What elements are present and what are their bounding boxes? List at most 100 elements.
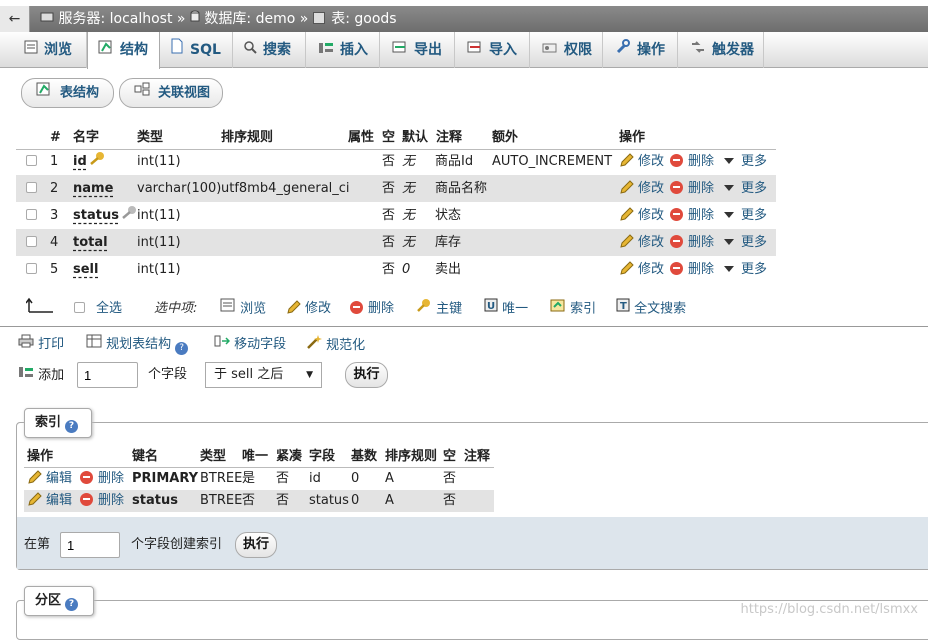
index-drop-action[interactable]: 删除 — [80, 468, 124, 490]
change-action[interactable]: 修改 — [619, 202, 664, 229]
drop-label: 删除 — [688, 262, 715, 277]
more-action[interactable]: 更多 — [724, 175, 767, 202]
help-icon[interactable]: ? — [65, 598, 79, 611]
tab-import[interactable]: 导入 — [455, 32, 530, 68]
field-name[interactable]: id — [73, 154, 87, 169]
bulk-fulltext-button[interactable]: T 全文搜索 — [616, 298, 686, 321]
check-all-checkbox[interactable] — [74, 302, 85, 313]
propose-structure-label: 规划表结构 — [106, 337, 172, 352]
add-column-icon — [18, 365, 34, 386]
bulk-drop-button[interactable]: 删除 — [350, 298, 394, 320]
drop-action[interactable]: 删除 — [670, 229, 714, 256]
field-null: 否 — [382, 154, 396, 169]
breadcrumb-database[interactable]: 数据库: demo — [204, 11, 295, 27]
change-action[interactable]: 修改 — [619, 148, 664, 175]
subtab-table-structure[interactable]: 表结构 — [21, 78, 114, 108]
more-label: 更多 — [741, 181, 768, 196]
drop-action[interactable]: 删除 — [670, 202, 714, 229]
row-checkbox[interactable] — [26, 182, 37, 193]
help-icon[interactable]: ? — [65, 420, 79, 433]
move-columns-link[interactable]: 移动字段 — [214, 334, 286, 354]
index-unique: 否 — [242, 493, 256, 508]
index-edit-action[interactable]: 编辑 — [27, 468, 72, 490]
arrow-up-icon — [25, 296, 56, 324]
create-index-go-button[interactable]: 执行 — [235, 532, 277, 558]
index-collation: A — [385, 471, 394, 486]
bulk-browse-button[interactable]: 浏览 — [220, 298, 266, 321]
position-select-value: 于 sell 之后 — [214, 367, 284, 382]
breadcrumb-table[interactable]: 表: goods — [331, 11, 396, 27]
tab-structure[interactable]: 结构 — [87, 32, 160, 69]
more-action[interactable]: 更多 — [724, 202, 767, 229]
index-drop-action[interactable]: 删除 — [80, 490, 124, 512]
field-name[interactable]: total — [73, 235, 108, 250]
delete-icon — [670, 208, 683, 221]
normalize-link[interactable]: 规范化 — [306, 334, 365, 354]
bulk-index-button[interactable]: 索引 — [550, 298, 596, 321]
drop-action[interactable]: 删除 — [670, 175, 714, 202]
field-null: 否 — [382, 181, 396, 196]
index-edit-label: 编辑 — [46, 493, 73, 508]
delete-icon — [80, 471, 93, 484]
indexes-legend-label: 索引 — [35, 415, 62, 430]
change-action[interactable]: 修改 — [619, 229, 664, 256]
more-label: 更多 — [741, 262, 768, 277]
change-action[interactable]: 修改 — [619, 256, 664, 283]
drop-action[interactable]: 删除 — [670, 256, 714, 283]
pencil-icon — [619, 151, 635, 167]
bulk-index-label: 索引 — [570, 301, 597, 317]
check-all-label[interactable]: 全选 — [96, 298, 122, 320]
more-action[interactable]: 更多 — [724, 256, 767, 283]
more-action[interactable]: 更多 — [724, 148, 767, 175]
field-default: 无 — [402, 181, 416, 196]
col-header-extra: 额外 — [492, 130, 519, 145]
breadcrumb-server[interactable]: 服务器: localhost — [58, 11, 172, 27]
row-checkbox[interactable] — [26, 236, 37, 247]
subtab-relation-view[interactable]: 关联视图 — [119, 78, 223, 108]
chevron-down-icon: ▼ — [306, 370, 313, 380]
tab-label: SQL — [190, 42, 221, 58]
add-column-position-select[interactable]: 于 sell 之后 ▼ — [205, 362, 322, 388]
tab-privileges[interactable]: 权限 — [530, 32, 603, 68]
propose-structure-link[interactable]: 规划表结构? — [86, 334, 189, 355]
col-header-action: 操作 — [619, 130, 646, 145]
row-checkbox[interactable] — [26, 155, 37, 166]
create-index-count-input[interactable] — [60, 532, 120, 558]
bulk-unique-button[interactable]: U 唯一 — [484, 298, 528, 321]
print-link[interactable]: 打印 — [18, 334, 64, 354]
back-arrow-icon[interactable]: ← — [0, 6, 30, 32]
tab-triggers[interactable]: 触发器 — [678, 32, 764, 68]
more-action[interactable]: 更多 — [724, 229, 767, 256]
tab-browse[interactable]: 浏览 — [10, 32, 87, 68]
change-label: 修改 — [638, 181, 665, 196]
index-col-action: 操作 — [27, 449, 54, 464]
pencil-icon — [619, 205, 635, 221]
index-null: 否 — [443, 493, 457, 508]
print-label: 打印 — [38, 337, 65, 352]
field-name[interactable]: sell — [73, 262, 98, 277]
tab-operations[interactable]: 操作 — [603, 32, 678, 68]
table-icon — [312, 12, 325, 24]
delete-icon — [670, 154, 683, 167]
add-column-count-input[interactable] — [77, 362, 138, 388]
bulk-primary-button[interactable]: 主键 — [416, 298, 462, 321]
help-icon[interactable]: ? — [175, 342, 189, 355]
printer-icon — [18, 334, 34, 355]
tab-export[interactable]: 导出 — [380, 32, 455, 68]
tab-sql[interactable]: SQL — [160, 32, 233, 68]
add-column-go-button[interactable]: 执行 — [345, 362, 388, 388]
change-action[interactable]: 修改 — [619, 175, 664, 202]
move-columns-icon — [214, 334, 231, 355]
tab-search[interactable]: 搜索 — [233, 32, 306, 68]
field-name[interactable]: name — [73, 181, 113, 196]
field-comment: 库存 — [435, 235, 462, 250]
row-checkbox[interactable] — [26, 209, 37, 220]
tab-insert[interactable]: 插入 — [306, 32, 380, 68]
bulk-change-button[interactable]: 修改 — [286, 298, 331, 320]
index-edit-action[interactable]: 编辑 — [27, 490, 72, 512]
normalize-label: 规范化 — [326, 338, 366, 353]
drop-label: 删除 — [688, 235, 715, 250]
drop-action[interactable]: 删除 — [670, 148, 714, 175]
field-name[interactable]: status — [73, 208, 119, 223]
row-checkbox[interactable] — [26, 263, 37, 274]
